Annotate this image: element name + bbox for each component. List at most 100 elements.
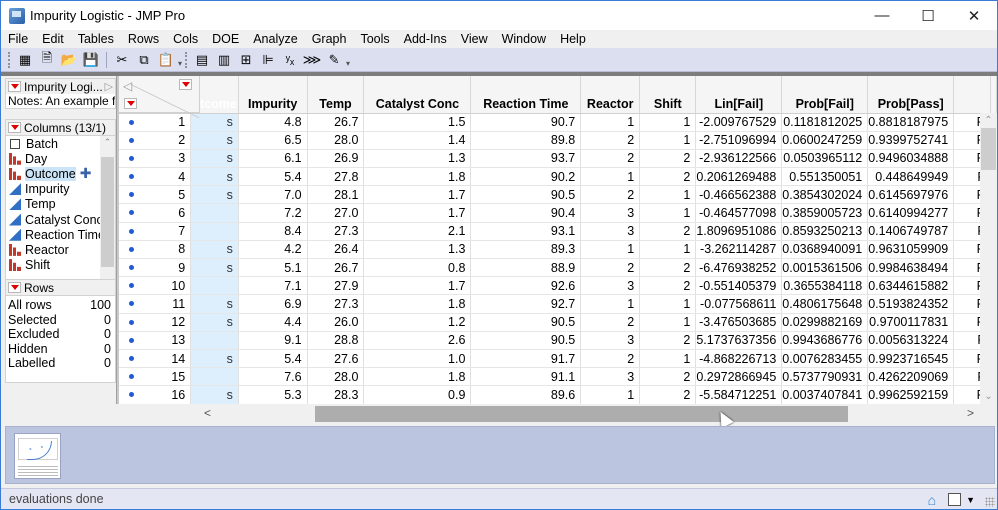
table-cell[interactable]: 1 bbox=[639, 313, 697, 332]
table-cell[interactable]: 0.0600247259 bbox=[781, 131, 869, 150]
table-cell[interactable]: 1.8096951086 bbox=[695, 222, 783, 241]
fit-model-icon[interactable]: ⋙ bbox=[303, 51, 322, 69]
table-cell[interactable]: 1.3 bbox=[363, 240, 472, 260]
table-cell[interactable]: 27.0 bbox=[307, 203, 365, 223]
fit-y-by-x-icon[interactable]: ʸₓ bbox=[281, 51, 299, 69]
row-number[interactable]: 10 bbox=[119, 276, 192, 296]
table-cell[interactable]: 1 bbox=[580, 240, 641, 260]
table-row[interactable]: 1 s 4.8 26.7 1.5 90.7 1 1 -2.009767529 0.11818120… bbox=[119, 113, 997, 132]
open-icon[interactable]: 📂 bbox=[60, 51, 78, 69]
toolbar-overflow-icon[interactable]: ▾ bbox=[346, 59, 350, 68]
grid-horizontal-scrollbar[interactable]: < > bbox=[119, 404, 997, 424]
row-number[interactable]: 12 bbox=[119, 313, 192, 332]
table-cell[interactable]: 92.7 bbox=[470, 294, 582, 314]
table-cell[interactable]: 1.2 bbox=[363, 313, 472, 332]
table-cell[interactable]: -5.584712251 bbox=[695, 385, 783, 404]
table-row[interactable]: 2 s 6.5 28.0 1.4 89.8 2 1 -2.751096994 0.06002472… bbox=[119, 131, 997, 150]
table-cell[interactable]: 0.5737790931 bbox=[781, 367, 869, 387]
table-cell[interactable]: 28.1 bbox=[307, 185, 365, 205]
row-number[interactable]: 16 bbox=[119, 385, 192, 404]
menu-tools[interactable]: Tools bbox=[356, 32, 396, 46]
column-header-shift[interactable]: Shift bbox=[639, 76, 697, 114]
table-cell[interactable]: 4.2 bbox=[238, 240, 308, 260]
cell-outcome[interactable]: s bbox=[190, 185, 239, 205]
new-script-icon[interactable]: 🗎 bbox=[38, 50, 56, 69]
cut-icon[interactable]: ✂ bbox=[113, 51, 131, 69]
table-cell[interactable]: 26.0 bbox=[307, 313, 365, 332]
table-cell[interactable]: 1 bbox=[639, 203, 697, 223]
table-cell[interactable]: 9.1 bbox=[238, 331, 308, 350]
table-cell[interactable]: 0.0037407841 bbox=[781, 385, 869, 404]
table-cell[interactable]: -0.551405379 bbox=[695, 276, 783, 296]
table-cell[interactable]: -2.009767529 bbox=[695, 113, 783, 132]
table-cell[interactable]: 28.0 bbox=[307, 131, 365, 150]
scroll-up-icon[interactable]: ⌃ bbox=[980, 115, 997, 126]
scroll-right-icon[interactable]: > bbox=[967, 406, 974, 420]
table-cell[interactable]: 2 bbox=[580, 185, 641, 205]
column-item-batch[interactable]: Batch bbox=[6, 136, 115, 151]
scroll-down-icon[interactable]: ⌄ bbox=[980, 391, 997, 402]
table-cell[interactable]: 5.4 bbox=[238, 167, 308, 187]
cell-outcome[interactable]: s bbox=[190, 385, 239, 404]
table-cell[interactable]: 1.8 bbox=[363, 294, 472, 314]
table-cell[interactable]: 1 bbox=[639, 113, 697, 132]
table-cell[interactable]: 4.8 bbox=[238, 113, 308, 132]
columns-scrollbar[interactable]: ⌃ ⌄ bbox=[100, 136, 115, 287]
row-number[interactable]: 3 bbox=[119, 149, 192, 169]
table-scripts-arrow-icon[interactable]: ▷ bbox=[105, 80, 113, 93]
table-notes[interactable]: Notes: An example f bbox=[5, 94, 116, 109]
table-cell[interactable]: 0.9631059909 bbox=[867, 240, 955, 260]
maximize-button[interactable]: ☐ bbox=[905, 1, 951, 30]
table-cell[interactable]: 0.0076283455 bbox=[781, 349, 869, 369]
table-cell[interactable]: 90.4 bbox=[470, 203, 582, 223]
cell-outcome[interactable] bbox=[190, 331, 239, 350]
table-cell[interactable]: 1.7 bbox=[363, 276, 472, 296]
table-cell[interactable]: 1.5 bbox=[363, 113, 472, 132]
table-cell[interactable]: 0.6145697976 bbox=[867, 185, 955, 205]
table-cell[interactable]: 27.3 bbox=[307, 294, 365, 314]
column-item-reaction-time[interactable]: Reaction Time bbox=[6, 227, 115, 242]
table-cell[interactable]: 1.7 bbox=[363, 185, 472, 205]
table-cell[interactable]: 0.9984638494 bbox=[867, 258, 955, 278]
table-cell[interactable]: 89.6 bbox=[470, 385, 582, 404]
table-cell[interactable]: 1.0 bbox=[363, 349, 472, 369]
table-cell[interactable]: 0.551350051 bbox=[781, 167, 869, 187]
table-cell[interactable]: 0.8818187975 bbox=[867, 113, 955, 132]
cell-outcome[interactable]: s bbox=[190, 240, 239, 260]
table-cell[interactable]: 0.3859005723 bbox=[781, 203, 869, 223]
column-header-lin-fail-[interactable]: Lin[Fail] bbox=[695, 76, 783, 114]
column-header-prob-fail-[interactable]: Prob[Fail] bbox=[781, 76, 869, 114]
table-cell[interactable]: 2 bbox=[580, 131, 641, 150]
cell-outcome[interactable] bbox=[190, 276, 239, 296]
cell-outcome[interactable] bbox=[190, 222, 239, 241]
table-cell[interactable]: 0.4262209069 bbox=[867, 367, 955, 387]
table-row[interactable]: 15 7.6 28.0 1.8 91.1 3 2 0.2972866945 0.57377909… bbox=[119, 367, 997, 387]
collapse-panel-arrow-icon[interactable]: ◁ bbox=[123, 79, 132, 93]
table-cell[interactable]: 26.9 bbox=[307, 149, 365, 169]
cell-outcome[interactable]: s bbox=[190, 131, 239, 150]
cell-outcome[interactable]: s bbox=[190, 167, 239, 187]
copy-icon[interactable]: ⧉ bbox=[135, 51, 153, 69]
menu-help[interactable]: Help bbox=[556, 32, 593, 46]
table-cell[interactable]: 88.9 bbox=[470, 258, 582, 278]
menu-file[interactable]: File bbox=[4, 32, 35, 46]
table-row[interactable]: 13 9.1 28.8 2.6 90.5 3 2 5.1737637356 0.99436867… bbox=[119, 331, 997, 350]
table-cell[interactable]: -3.476503685 bbox=[695, 313, 783, 332]
table-cell[interactable]: 5.4 bbox=[238, 349, 308, 369]
table-cell[interactable]: 1 bbox=[639, 185, 697, 205]
scroll-left-icon[interactable]: < bbox=[204, 406, 211, 420]
table-cell[interactable]: 0.4806175648 bbox=[781, 294, 869, 314]
table-cell[interactable]: 0.9496034888 bbox=[867, 149, 955, 169]
table-cell[interactable]: 0.8593250213 bbox=[781, 222, 869, 241]
toolbar-overflow-icon[interactable]: ▾ bbox=[178, 59, 182, 68]
table-cell[interactable]: -0.077568611 bbox=[695, 294, 783, 314]
script-edit-icon[interactable]: ✎ bbox=[325, 51, 343, 69]
grid-horizontal-scroll-thumb[interactable] bbox=[315, 406, 848, 422]
table-cell[interactable]: 7.2 bbox=[238, 203, 308, 223]
column-item-outcome[interactable]: Outcome ✚ bbox=[6, 165, 115, 181]
table-cell[interactable]: 89.3 bbox=[470, 240, 582, 260]
table-cell[interactable]: 2 bbox=[639, 167, 697, 187]
cell-outcome[interactable]: s bbox=[190, 258, 239, 278]
rows-menu-red-triangle-icon[interactable] bbox=[8, 282, 21, 293]
table-cell[interactable]: 26.4 bbox=[307, 240, 365, 260]
